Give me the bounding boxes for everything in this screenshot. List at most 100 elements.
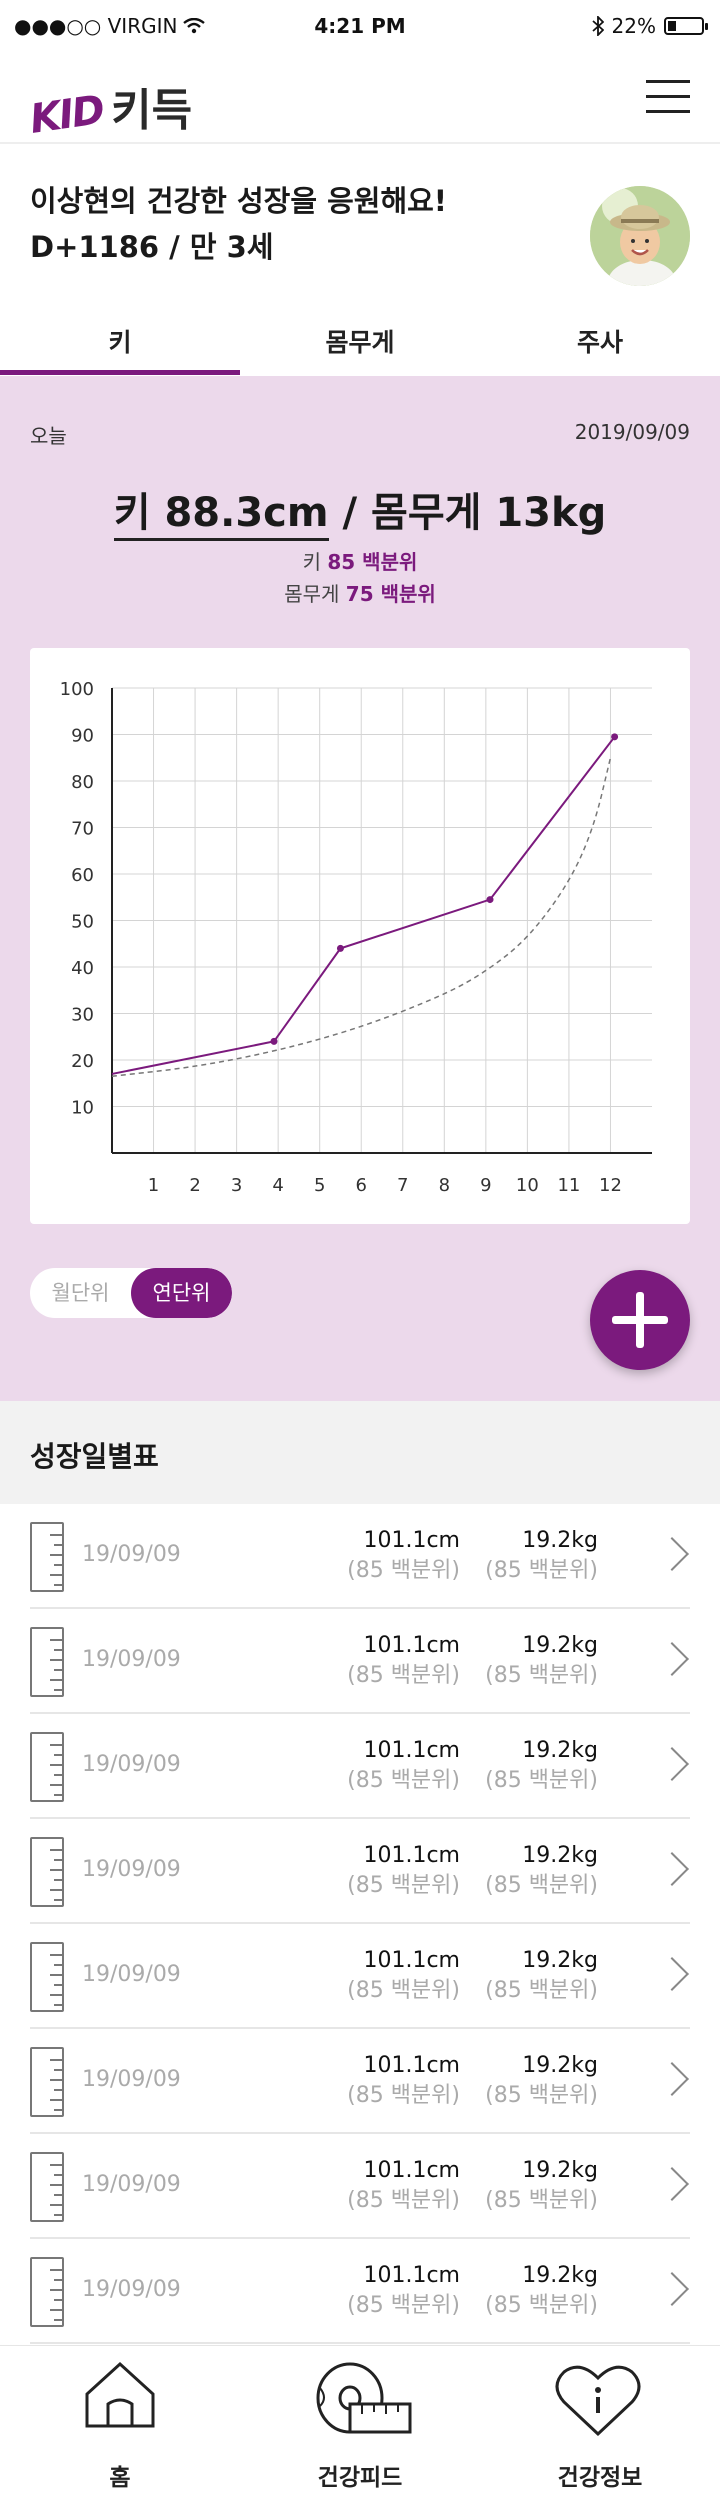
greeting: 이상현의 건강한 성장을 응원해요! D+1186 / 만 3세 [30, 178, 447, 270]
row-weight: 19.2kg (85 백분위) [485, 1841, 598, 1901]
table-row[interactable]: 19/09/09 101.1cm (85 백분위) 19.2kg (85 백분위) [30, 1504, 690, 1609]
row-date: 19/09/09 [82, 1962, 181, 1987]
growth-chart-svg: 1020304050607080901001 2 3 4 5 6 7 8 9 10 11 12 [60, 679, 652, 1196]
row-height: 101.1cm (85 백분위) [347, 1526, 460, 1586]
chevron-right-icon[interactable] [655, 1537, 689, 1571]
growth-table-header: 성장일별표 [0, 1401, 720, 1504]
x-tick-label: 9 [480, 1175, 491, 1196]
row-date: 19/09/09 [82, 1752, 181, 1777]
height-line [111, 736, 616, 1075]
row-weight-value: 19.2kg [522, 2158, 598, 2183]
row-height-percentile: (85 백분위) [347, 1558, 460, 1583]
nav-health-feed[interactable]: 건강피드 [240, 2346, 480, 2517]
toggle-monthly[interactable]: 월단위 [30, 1268, 131, 1318]
status-right: 22% [591, 14, 708, 38]
row-date: 19/09/09 [82, 2172, 181, 2197]
greeting-line1: 이상현의 건강한 성장을 응원해요! [30, 184, 448, 218]
ruler-icon [30, 2257, 64, 2327]
nav-health-info-label: 건강정보 [557, 2465, 643, 2491]
row-weight: 19.2kg (85 백분위) [485, 2051, 598, 2111]
app-logo[interactable]: KID 키득 [27, 74, 192, 143]
table-row[interactable]: 19/09/09 101.1cm (85 백분위) 19.2kg (85 백분위) [30, 1714, 690, 1819]
tab-weight[interactable]: 몸무게 [240, 310, 480, 376]
row-weight-value: 19.2kg [522, 1948, 598, 1973]
row-height-value: 101.1cm [363, 1528, 460, 1553]
weight-percentile-value: 75 백분위 [345, 582, 436, 606]
chevron-right-icon[interactable] [655, 2062, 689, 2096]
table-row[interactable]: 19/09/09 101.1cm (85 백분위) 19.2kg (85 백분위) [30, 1924, 690, 2029]
ruler-icon [30, 2047, 64, 2117]
row-height-value: 101.1cm [363, 1843, 460, 1868]
table-row[interactable]: 19/09/09 101.1cm (85 백분위) 19.2kg (85 백분위) [30, 2239, 690, 2344]
y-tick-label: 40 [71, 958, 94, 979]
y-tick-label: 90 [71, 726, 94, 747]
weight-percentile-label: 몸무게 [284, 582, 340, 606]
x-tick-label: 4 [272, 1175, 283, 1196]
row-height: 101.1cm (85 백분위) [347, 2051, 460, 2111]
row-height-value: 101.1cm [363, 2158, 460, 2183]
battery-icon [664, 17, 708, 35]
chevron-right-icon[interactable] [655, 1747, 689, 1781]
tab-height[interactable]: 키 [0, 310, 240, 376]
nav-home[interactable]: 홈 [0, 2346, 240, 2517]
row-height-percentile: (85 백분위) [347, 2293, 460, 2318]
data-point [611, 733, 619, 741]
chevron-right-icon[interactable] [655, 2167, 689, 2201]
height-percentile-value: 85 백분위 [327, 550, 418, 574]
row-height-percentile: (85 백분위) [347, 1663, 460, 1688]
ruler-icon [30, 1522, 64, 1592]
row-height-percentile: (85 백분위) [347, 2083, 460, 2108]
row-weight-percentile: (85 백분위) [485, 1558, 598, 1583]
row-date: 19/09/09 [82, 1647, 181, 1672]
row-date: 19/09/09 [82, 1857, 181, 1882]
add-record-button[interactable] [590, 1270, 690, 1370]
chevron-right-icon[interactable] [655, 1957, 689, 1991]
row-weight-percentile: (85 백분위) [485, 1978, 598, 2003]
x-tick-label: 10 [516, 1175, 539, 1196]
current-measurement: 키 88.3cm / 몸무게 13kg [0, 480, 720, 541]
row-weight-percentile: (85 백분위) [485, 1873, 598, 1898]
row-weight-percentile: (85 백분위) [485, 1768, 598, 1793]
x-tick-label: 2 [189, 1175, 200, 1196]
tab-vaccination[interactable]: 주사 [480, 310, 720, 376]
table-row[interactable]: 19/09/09 101.1cm (85 백분위) 19.2kg (85 백분위) [30, 1609, 690, 1714]
status-bar: ●●●○○ VIRGIN 4:21 PM 22% [0, 0, 720, 52]
y-tick-label: 80 [71, 772, 94, 793]
x-tick-label: 7 [397, 1175, 408, 1196]
chevron-right-icon[interactable] [655, 1642, 689, 1676]
nav-health-feed-label: 건강피드 [317, 2465, 403, 2491]
home-icon [85, 2361, 155, 2428]
logo-en: KID [27, 87, 106, 143]
tape-measure-icon [316, 2362, 412, 2434]
x-tick-label: 11 [557, 1175, 580, 1196]
x-tick-label: 8 [439, 1175, 450, 1196]
ruler-icon [30, 1942, 64, 2012]
growth-table-title: 성장일별표 [30, 1440, 159, 1473]
chevron-right-icon[interactable] [655, 1852, 689, 1886]
row-weight-percentile: (85 백분위) [485, 1663, 598, 1688]
table-row[interactable]: 19/09/09 101.1cm (85 백분위) 19.2kg (85 백분위) [30, 1819, 690, 1924]
current-height: 키 88.3cm [113, 490, 329, 541]
y-tick-label: 60 [71, 865, 94, 886]
avatar[interactable] [590, 186, 690, 286]
nav-health-info[interactable]: 건강정보 [480, 2346, 720, 2517]
row-weight: 19.2kg (85 백분위) [485, 1946, 598, 2006]
battery-percent: 22% [611, 14, 656, 38]
row-weight: 19.2kg (85 백분위) [485, 2261, 598, 2321]
row-weight: 19.2kg (85 백분위) [485, 2156, 598, 2216]
y-tick-label: 30 [71, 1005, 94, 1026]
row-weight-value: 19.2kg [522, 1633, 598, 1658]
ruler-icon [30, 1837, 64, 1907]
y-tick-label: 70 [71, 819, 94, 840]
greeting-line2: D+1186 / 만 3세 [30, 230, 274, 264]
table-row[interactable]: 19/09/09 101.1cm (85 백분위) 19.2kg (85 백분위) [30, 2029, 690, 2134]
tab-bar: 키 몸무게 주사 [0, 310, 720, 376]
row-weight-value: 19.2kg [522, 1843, 598, 1868]
toggle-yearly[interactable]: 연단위 [131, 1268, 232, 1318]
table-row[interactable]: 19/09/09 101.1cm (85 백분위) 19.2kg (85 백분위) [30, 2134, 690, 2239]
hamburger-menu-icon[interactable] [646, 80, 690, 116]
chevron-right-icon[interactable] [655, 2272, 689, 2306]
bluetooth-icon [591, 16, 604, 36]
row-date: 19/09/09 [82, 2277, 181, 2302]
row-weight-percentile: (85 백분위) [485, 2293, 598, 2318]
